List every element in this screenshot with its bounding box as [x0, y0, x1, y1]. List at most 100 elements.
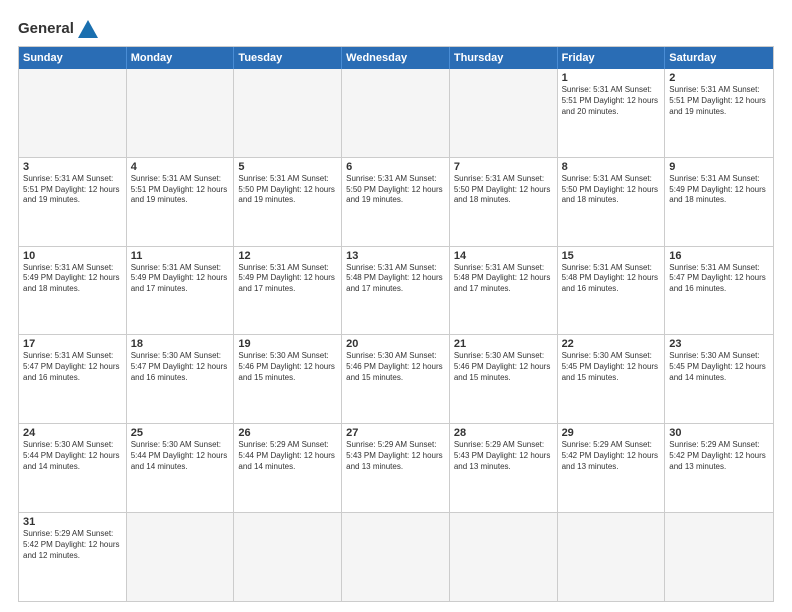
- calendar-header-row: SundayMondayTuesdayWednesdayThursdayFrid…: [19, 47, 773, 69]
- day-number-18: 18: [131, 338, 230, 350]
- day-info-30: Sunrise: 5:29 AM Sunset: 5:42 PM Dayligh…: [669, 440, 769, 472]
- day-info-18: Sunrise: 5:30 AM Sunset: 5:47 PM Dayligh…: [131, 351, 230, 383]
- day-number-13: 13: [346, 250, 445, 262]
- cal-cell-empty: [19, 69, 127, 157]
- day-info-17: Sunrise: 5:31 AM Sunset: 5:47 PM Dayligh…: [23, 351, 122, 383]
- day-info-3: Sunrise: 5:31 AM Sunset: 5:51 PM Dayligh…: [23, 174, 122, 206]
- cal-cell-day-26: 26Sunrise: 5:29 AM Sunset: 5:44 PM Dayli…: [234, 424, 342, 512]
- day-number-26: 26: [238, 427, 337, 439]
- cal-cell-day-31: 31Sunrise: 5:29 AM Sunset: 5:42 PM Dayli…: [19, 513, 127, 601]
- day-number-6: 6: [346, 161, 445, 173]
- day-info-24: Sunrise: 5:30 AM Sunset: 5:44 PM Dayligh…: [23, 440, 122, 472]
- cal-cell-day-9: 9Sunrise: 5:31 AM Sunset: 5:49 PM Daylig…: [665, 158, 773, 246]
- cal-week-1: 3Sunrise: 5:31 AM Sunset: 5:51 PM Daylig…: [19, 157, 773, 246]
- day-info-22: Sunrise: 5:30 AM Sunset: 5:45 PM Dayligh…: [562, 351, 661, 383]
- day-info-1: Sunrise: 5:31 AM Sunset: 5:51 PM Dayligh…: [562, 85, 661, 117]
- cal-header-cell-sunday: Sunday: [19, 47, 127, 69]
- day-info-23: Sunrise: 5:30 AM Sunset: 5:45 PM Dayligh…: [669, 351, 769, 383]
- day-number-8: 8: [562, 161, 661, 173]
- cal-cell-day-23: 23Sunrise: 5:30 AM Sunset: 5:45 PM Dayli…: [665, 335, 773, 423]
- cal-cell-day-16: 16Sunrise: 5:31 AM Sunset: 5:47 PM Dayli…: [665, 247, 773, 335]
- cal-cell-empty: [342, 513, 450, 601]
- day-info-6: Sunrise: 5:31 AM Sunset: 5:50 PM Dayligh…: [346, 174, 445, 206]
- logo-icon-row: General: [18, 18, 99, 40]
- cal-header-cell-tuesday: Tuesday: [234, 47, 342, 69]
- logo-general: General: [18, 20, 74, 37]
- page: General SundayMondayTuesdayWednesdayThur…: [0, 0, 792, 612]
- day-info-13: Sunrise: 5:31 AM Sunset: 5:48 PM Dayligh…: [346, 263, 445, 295]
- cal-cell-day-21: 21Sunrise: 5:30 AM Sunset: 5:46 PM Dayli…: [450, 335, 558, 423]
- day-number-28: 28: [454, 427, 553, 439]
- day-info-21: Sunrise: 5:30 AM Sunset: 5:46 PM Dayligh…: [454, 351, 553, 383]
- day-number-27: 27: [346, 427, 445, 439]
- day-number-19: 19: [238, 338, 337, 350]
- day-info-20: Sunrise: 5:30 AM Sunset: 5:46 PM Dayligh…: [346, 351, 445, 383]
- day-info-10: Sunrise: 5:31 AM Sunset: 5:49 PM Dayligh…: [23, 263, 122, 295]
- cal-cell-day-2: 2Sunrise: 5:31 AM Sunset: 5:51 PM Daylig…: [665, 69, 773, 157]
- header: General: [18, 18, 774, 40]
- day-info-14: Sunrise: 5:31 AM Sunset: 5:48 PM Dayligh…: [454, 263, 553, 295]
- day-info-15: Sunrise: 5:31 AM Sunset: 5:48 PM Dayligh…: [562, 263, 661, 295]
- cal-header-cell-saturday: Saturday: [665, 47, 773, 69]
- day-number-14: 14: [454, 250, 553, 262]
- day-number-16: 16: [669, 250, 769, 262]
- cal-cell-day-17: 17Sunrise: 5:31 AM Sunset: 5:47 PM Dayli…: [19, 335, 127, 423]
- day-number-17: 17: [23, 338, 122, 350]
- day-info-8: Sunrise: 5:31 AM Sunset: 5:50 PM Dayligh…: [562, 174, 661, 206]
- cal-cell-day-14: 14Sunrise: 5:31 AM Sunset: 5:48 PM Dayli…: [450, 247, 558, 335]
- cal-cell-day-28: 28Sunrise: 5:29 AM Sunset: 5:43 PM Dayli…: [450, 424, 558, 512]
- cal-cell-day-6: 6Sunrise: 5:31 AM Sunset: 5:50 PM Daylig…: [342, 158, 450, 246]
- day-number-22: 22: [562, 338, 661, 350]
- day-info-29: Sunrise: 5:29 AM Sunset: 5:42 PM Dayligh…: [562, 440, 661, 472]
- cal-cell-day-25: 25Sunrise: 5:30 AM Sunset: 5:44 PM Dayli…: [127, 424, 235, 512]
- day-info-16: Sunrise: 5:31 AM Sunset: 5:47 PM Dayligh…: [669, 263, 769, 295]
- cal-cell-day-8: 8Sunrise: 5:31 AM Sunset: 5:50 PM Daylig…: [558, 158, 666, 246]
- day-info-19: Sunrise: 5:30 AM Sunset: 5:46 PM Dayligh…: [238, 351, 337, 383]
- logo: General: [18, 18, 99, 40]
- cal-cell-empty: [127, 513, 235, 601]
- day-number-2: 2: [669, 72, 769, 84]
- day-number-11: 11: [131, 250, 230, 262]
- cal-cell-empty: [558, 513, 666, 601]
- cal-cell-day-3: 3Sunrise: 5:31 AM Sunset: 5:51 PM Daylig…: [19, 158, 127, 246]
- day-info-9: Sunrise: 5:31 AM Sunset: 5:49 PM Dayligh…: [669, 174, 769, 206]
- cal-week-0: 1Sunrise: 5:31 AM Sunset: 5:51 PM Daylig…: [19, 69, 773, 157]
- day-number-5: 5: [238, 161, 337, 173]
- day-info-4: Sunrise: 5:31 AM Sunset: 5:51 PM Dayligh…: [131, 174, 230, 206]
- day-number-29: 29: [562, 427, 661, 439]
- day-info-7: Sunrise: 5:31 AM Sunset: 5:50 PM Dayligh…: [454, 174, 553, 206]
- day-info-26: Sunrise: 5:29 AM Sunset: 5:44 PM Dayligh…: [238, 440, 337, 472]
- cal-cell-day-19: 19Sunrise: 5:30 AM Sunset: 5:46 PM Dayli…: [234, 335, 342, 423]
- day-number-21: 21: [454, 338, 553, 350]
- day-number-1: 1: [562, 72, 661, 84]
- cal-header-cell-friday: Friday: [558, 47, 666, 69]
- cal-cell-day-11: 11Sunrise: 5:31 AM Sunset: 5:49 PM Dayli…: [127, 247, 235, 335]
- day-info-12: Sunrise: 5:31 AM Sunset: 5:49 PM Dayligh…: [238, 263, 337, 295]
- cal-cell-day-13: 13Sunrise: 5:31 AM Sunset: 5:48 PM Dayli…: [342, 247, 450, 335]
- calendar-body: 1Sunrise: 5:31 AM Sunset: 5:51 PM Daylig…: [19, 69, 773, 601]
- day-number-31: 31: [23, 516, 122, 528]
- cal-cell-empty: [342, 69, 450, 157]
- cal-cell-day-5: 5Sunrise: 5:31 AM Sunset: 5:50 PM Daylig…: [234, 158, 342, 246]
- day-number-3: 3: [23, 161, 122, 173]
- day-info-27: Sunrise: 5:29 AM Sunset: 5:43 PM Dayligh…: [346, 440, 445, 472]
- cal-cell-day-18: 18Sunrise: 5:30 AM Sunset: 5:47 PM Dayli…: [127, 335, 235, 423]
- cal-week-5: 31Sunrise: 5:29 AM Sunset: 5:42 PM Dayli…: [19, 512, 773, 601]
- day-number-15: 15: [562, 250, 661, 262]
- day-number-20: 20: [346, 338, 445, 350]
- cal-cell-empty: [234, 69, 342, 157]
- calendar: SundayMondayTuesdayWednesdayThursdayFrid…: [18, 46, 774, 602]
- cal-header-cell-monday: Monday: [127, 47, 235, 69]
- day-info-25: Sunrise: 5:30 AM Sunset: 5:44 PM Dayligh…: [131, 440, 230, 472]
- day-info-31: Sunrise: 5:29 AM Sunset: 5:42 PM Dayligh…: [23, 529, 122, 561]
- day-info-2: Sunrise: 5:31 AM Sunset: 5:51 PM Dayligh…: [669, 85, 769, 117]
- cal-cell-day-7: 7Sunrise: 5:31 AM Sunset: 5:50 PM Daylig…: [450, 158, 558, 246]
- cal-cell-empty: [450, 69, 558, 157]
- cal-week-4: 24Sunrise: 5:30 AM Sunset: 5:44 PM Dayli…: [19, 423, 773, 512]
- cal-cell-day-12: 12Sunrise: 5:31 AM Sunset: 5:49 PM Dayli…: [234, 247, 342, 335]
- day-number-10: 10: [23, 250, 122, 262]
- day-number-30: 30: [669, 427, 769, 439]
- cal-cell-day-27: 27Sunrise: 5:29 AM Sunset: 5:43 PM Dayli…: [342, 424, 450, 512]
- cal-cell-empty: [665, 513, 773, 601]
- day-number-7: 7: [454, 161, 553, 173]
